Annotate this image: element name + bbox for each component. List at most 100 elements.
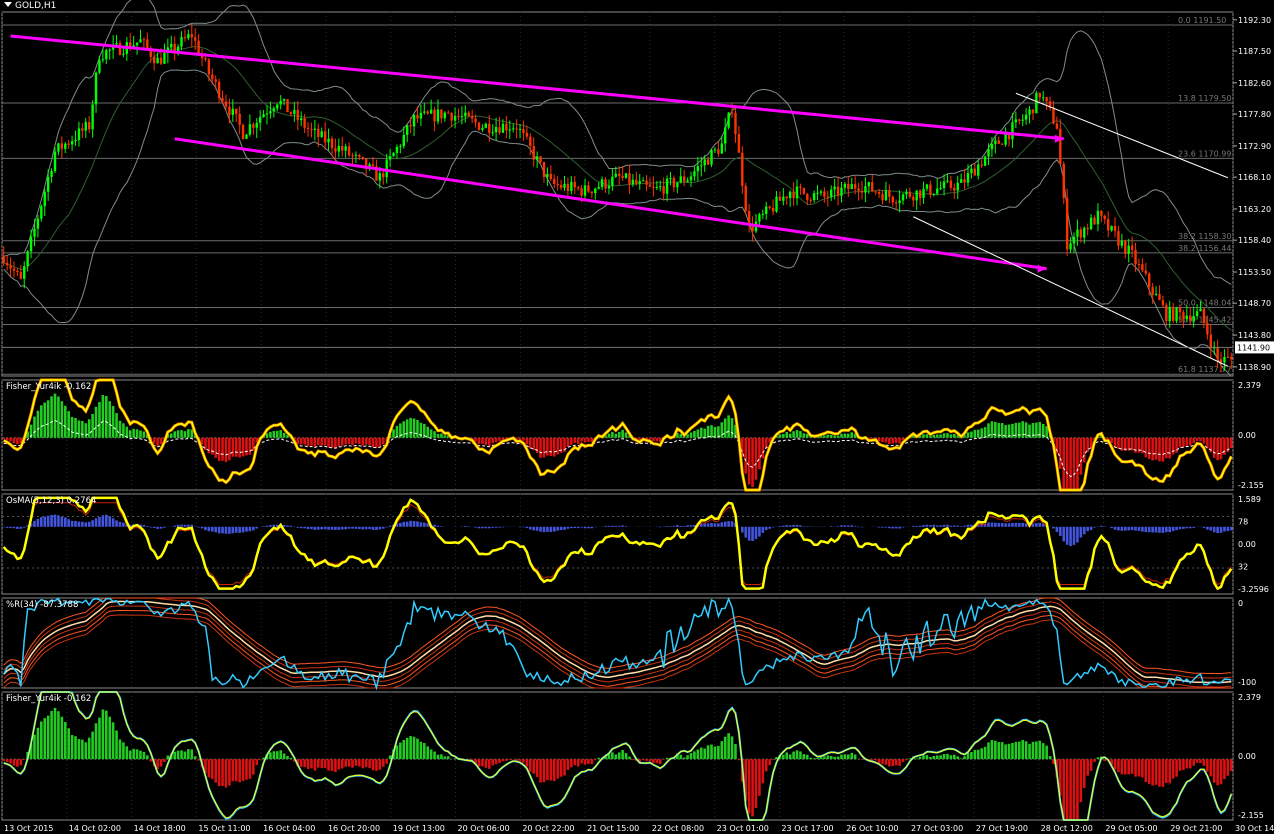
candle-body [665,178,669,194]
histogram-bar [976,749,980,760]
osma-bar [802,526,806,527]
osma-bar [686,525,689,527]
histogram-bar [990,421,994,438]
osma-bar [764,526,768,531]
histogram-bar [549,437,553,457]
candle-body [847,183,850,189]
candle-body [170,43,173,48]
histogram-bar [570,437,573,445]
candle-body [888,190,891,197]
histogram-bar [703,428,706,438]
histogram-bar [1117,759,1120,773]
candle-body [1035,92,1038,114]
histogram-bar [847,754,850,760]
indicator-label: OsMA(5,12,3) 0.2764 [6,496,96,506]
candle-body [553,179,556,185]
osma-bar [402,521,406,527]
candle-body [190,34,193,38]
histogram-bar [535,759,539,777]
osma-bar [836,526,840,527]
histogram-bar [132,428,135,438]
osma-bar [265,525,269,527]
histogram-bar [1165,759,1168,784]
candle-body [204,58,207,60]
candle-body [252,124,255,128]
histogram-bar [686,434,689,438]
histogram-bar [303,759,306,768]
candle-body [689,176,693,181]
osma-bar [269,525,272,527]
histogram-bar [607,433,611,438]
osma-bar [1209,526,1213,531]
histogram-bar [74,736,77,760]
histogram-bar [990,740,994,760]
histogram-bar [132,748,135,760]
osma-bar [754,526,758,540]
osma-bar [416,521,419,527]
histogram-bar [1165,437,1168,459]
candle-body [337,145,341,152]
osma-bar [351,526,354,529]
osma-bar [953,525,956,527]
osma-bar [570,526,573,529]
histogram-bar [9,437,12,442]
candle-body [1004,134,1007,145]
osma-bar [1079,526,1083,538]
histogram-bar [57,396,60,438]
histogram-bar [84,742,88,760]
candle-body [1134,249,1137,265]
histogram-bar [176,430,180,438]
osma-bar [1055,526,1059,533]
histogram-bar [272,751,276,760]
histogram-bar [723,418,727,438]
osma-bar [853,526,857,527]
osma-bar [1212,526,1216,533]
histogram-bar [963,756,966,760]
osma-bar [1216,526,1219,534]
wpr-envelope-line [3,605,1232,688]
histogram-bar [699,427,703,438]
bollinger-lower [3,69,1232,377]
candle-body [635,179,638,184]
osma-bar [970,524,973,527]
osma-bar [320,526,324,530]
histogram-bar [50,396,53,438]
candle-body [946,180,949,182]
trading-chart[interactable]: 0.0 1191.50 13.8 1179.50 23.6 1170.99 38.2 … [0,0,1274,834]
histogram-bar [788,433,792,438]
histogram-bar [275,430,279,438]
osma-bar [330,526,334,530]
candle-body [788,191,792,199]
candle-body [105,50,108,60]
osma-bar [296,526,300,528]
histogram-bar [481,437,484,444]
osma-bar [152,526,156,528]
histogram-bar [248,437,252,455]
candle-body [115,43,118,45]
candle-body [255,122,258,128]
candle-body [518,129,522,131]
osma-bar [795,524,799,527]
candle-body [977,164,980,176]
osma-bar [1188,526,1192,529]
candle-body [286,99,289,113]
histogram-bar [802,754,806,760]
histogram-bar [652,437,655,441]
histogram-bar [98,717,101,760]
histogram-bar [542,759,546,783]
histogram-bar [771,759,775,760]
osma-bar [611,525,614,527]
osma-bar [529,526,532,530]
osma-bar [98,516,101,527]
osma-bar [344,526,347,530]
candle-body [532,146,535,160]
histogram-bar [1226,759,1230,776]
candle-body [276,104,279,109]
histogram-bar [925,434,929,438]
histogram-bar [16,759,19,767]
candle-body [23,266,26,279]
histogram-bar [453,758,457,760]
histogram-bar [57,711,60,760]
histogram-bar [40,721,43,760]
osma-bar [1052,526,1055,529]
